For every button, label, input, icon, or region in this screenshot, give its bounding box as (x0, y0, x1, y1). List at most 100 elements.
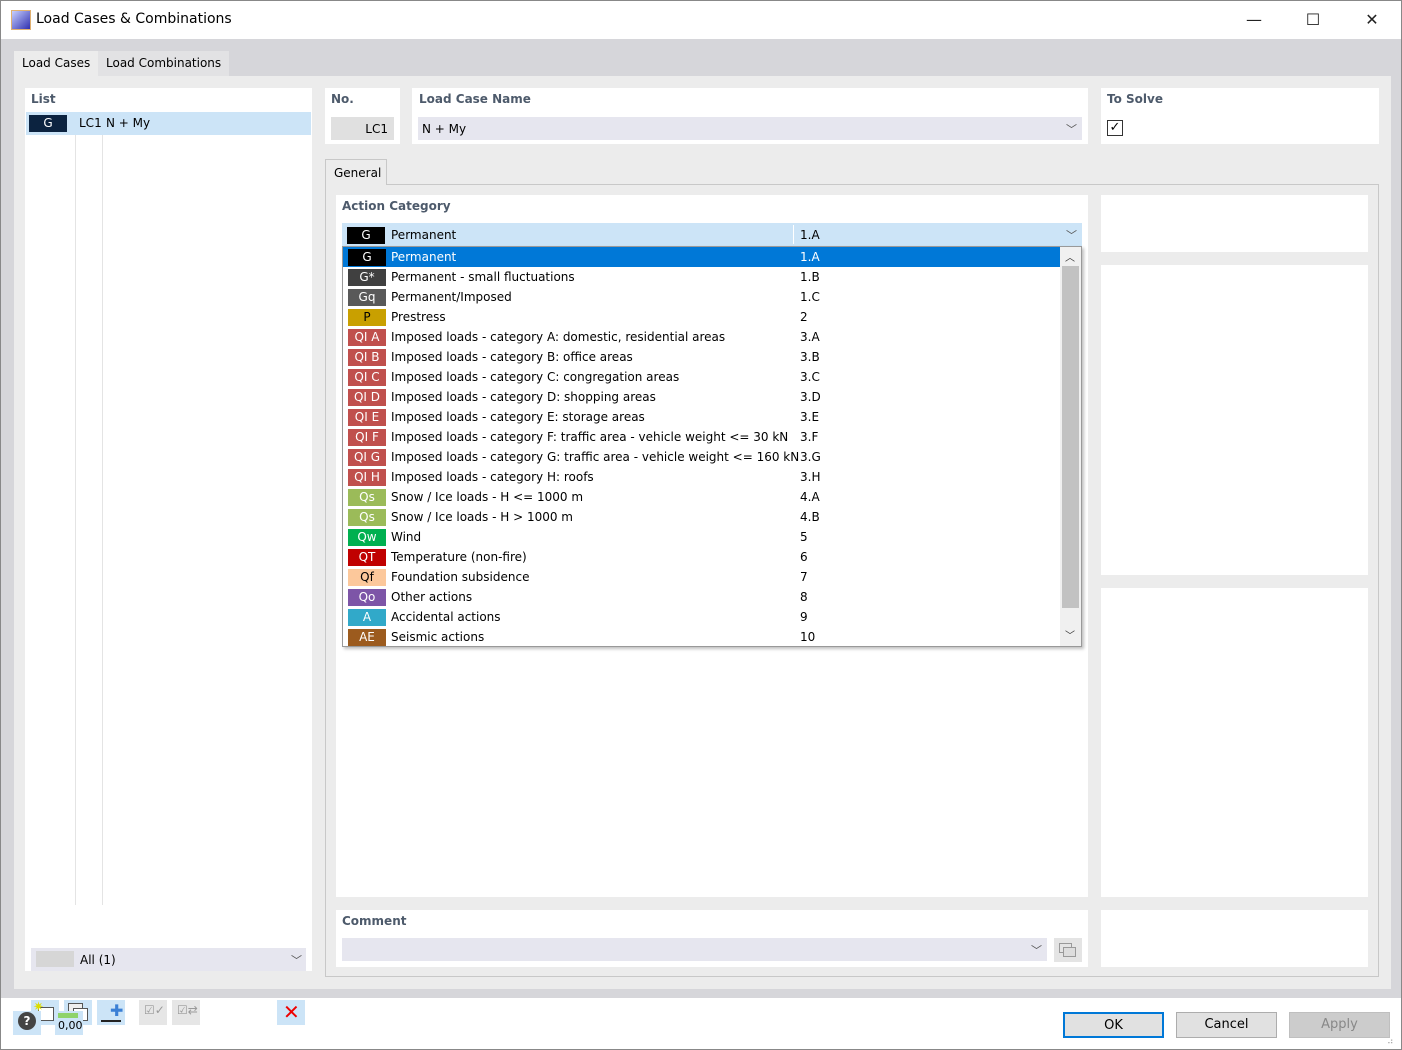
option-code: 3.D (800, 390, 821, 404)
dropdown-option[interactable]: Qs Snow / Ice loads - H > 1000 m 4.B (343, 507, 1060, 527)
option-label: Prestress (391, 310, 446, 324)
chevron-down-icon: ﹀ (1031, 944, 1042, 957)
option-label: Imposed loads - category F: traffic area… (391, 430, 789, 444)
option-label: Snow / Ice loads - H > 1000 m (391, 510, 573, 524)
category-badge: Qs (348, 489, 386, 506)
list-header: List (31, 92, 56, 106)
option-code: 2 (800, 310, 808, 324)
dropdown-option[interactable]: QI E Imposed loads - category E: storage … (343, 407, 1060, 427)
category-badge: Qs (348, 509, 386, 526)
category-badge: QI C (348, 369, 386, 386)
dropdown-option[interactable]: QI H Imposed loads - category H: roofs 3.H (343, 467, 1060, 487)
option-label: Permanent/Imposed (391, 290, 512, 304)
dropdown-option[interactable]: QT Temperature (non-fire) 6 (343, 547, 1060, 567)
dropdown-option[interactable]: Qw Wind 5 (343, 527, 1060, 547)
option-code: 9 (800, 610, 808, 624)
option-label: Wind (391, 530, 422, 544)
dropdown-option[interactable]: QI F Imposed loads - category F: traffic … (343, 427, 1060, 447)
dropdown-option[interactable]: Qs Snow / Ice loads - H <= 1000 m 4.A (343, 487, 1060, 507)
dropdown-option[interactable]: AE Seismic actions 10 (343, 627, 1060, 646)
tab-general[interactable]: General (325, 159, 387, 185)
number-field: LC1 (331, 117, 394, 140)
dropdown-option[interactable]: Gq Permanent/Imposed 1.C (343, 287, 1060, 307)
comment-input[interactable]: ﹀ (342, 938, 1047, 961)
help-icon[interactable]: ? (13, 1011, 41, 1035)
scroll-down-icon[interactable]: ﹀ (1065, 627, 1075, 642)
option-code: 3.B (800, 350, 820, 364)
minimize-button[interactable]: — (1231, 7, 1277, 33)
category-badge: Qw (348, 529, 386, 546)
option-code: 10 (800, 630, 816, 644)
list-filter-dropdown[interactable]: All (1) ﹀ (31, 948, 306, 971)
option-code: 3.A (800, 330, 820, 344)
apply-button[interactable]: Apply (1289, 1012, 1390, 1038)
tab-load-cases[interactable]: Load Cases (14, 51, 99, 76)
comment-label: Comment (342, 914, 407, 928)
dropdown-option[interactable]: Qf Foundation subsidence 7 (343, 567, 1060, 587)
resize-grip-icon[interactable]: ⠴ (1387, 1037, 1394, 1047)
option-label: Imposed loads - category D: shopping are… (391, 390, 656, 404)
delete-icon[interactable]: ✕ (277, 1000, 305, 1025)
option-label: Snow / Ice loads - H <= 1000 m (391, 490, 584, 504)
name-section: Load Case Name N + My ﹀ (412, 88, 1088, 144)
scrollbar-thumb[interactable] (1062, 266, 1079, 608)
category-badge: QI B (348, 349, 386, 366)
units-icon[interactable]: 0,00 (55, 1011, 83, 1035)
category-badge: G (29, 115, 67, 132)
category-badge: QI H (348, 469, 386, 486)
name-label: Load Case Name (419, 92, 531, 106)
to-solve-section: To Solve ✓ (1101, 88, 1379, 144)
window-title: Load Cases & Combinations (36, 11, 232, 27)
toggle-check-icon[interactable]: ☑⇄ (172, 1000, 200, 1025)
option-code: 5 (800, 530, 808, 544)
chevron-down-icon: ﹀ (291, 954, 302, 967)
dropdown-option[interactable]: A Accidental actions 9 (343, 607, 1060, 627)
comment-section: Comment ﹀ (336, 910, 1088, 967)
option-code: 3.C (800, 370, 820, 384)
option-label: Permanent - small fluctuations (391, 270, 575, 284)
close-button[interactable]: ✕ (1349, 7, 1395, 33)
option-code: 8 (800, 590, 808, 604)
insert-load-case-icon[interactable]: ✚ (97, 1000, 125, 1025)
scroll-up-icon[interactable]: ︿ (1065, 249, 1075, 264)
dropdown-option[interactable]: QI B Imposed loads - category B: office a… (343, 347, 1060, 367)
action-category-combobox[interactable]: G Permanent 1.A ﹀ (342, 223, 1082, 246)
chevron-down-icon: ﹀ (1066, 229, 1077, 242)
list-item-id: LC1 (79, 116, 102, 130)
list-filter-value: All (1) (80, 953, 116, 967)
chevron-down-icon: ﹀ (1066, 123, 1077, 136)
option-label: Foundation subsidence (391, 570, 530, 584)
option-label: Imposed loads - category H: roofs (391, 470, 594, 484)
cancel-button[interactable]: Cancel (1176, 1012, 1277, 1038)
selected-category-code: 1.A (800, 228, 820, 242)
category-badge: QI D (348, 389, 386, 406)
option-code: 3.G (800, 450, 821, 464)
list-item[interactable]: G LC1 N + My (26, 112, 311, 135)
category-badge: QT (348, 549, 386, 566)
dropdown-option[interactable]: G* Permanent - small fluctuations 1.B (343, 267, 1060, 287)
dropdown-option[interactable]: Qo Other actions 8 (343, 587, 1060, 607)
dropdown-option[interactable]: G Permanent 1.A (343, 247, 1060, 267)
scrollbar[interactable]: ︿ ﹀ (1060, 247, 1081, 646)
category-badge: AE (348, 629, 386, 646)
option-code: 6 (800, 550, 808, 564)
dropdown-option[interactable]: P Prestress 2 (343, 307, 1060, 327)
dropdown-option[interactable]: QI G Imposed loads - category G: traffic … (343, 447, 1060, 467)
dropdown-option[interactable]: QI D Imposed loads - category D: shopping… (343, 387, 1060, 407)
app-icon (11, 10, 31, 30)
ok-button[interactable]: OK (1063, 1012, 1164, 1038)
dropdown-option[interactable]: QI C Imposed loads - category C: congrega… (343, 367, 1060, 387)
maximize-button[interactable]: ☐ (1290, 7, 1336, 33)
option-label: Imposed loads - category A: domestic, re… (391, 330, 726, 344)
side-panel (1101, 195, 1368, 252)
dialog-window: Load Cases & Combinations — ☐ ✕ Load Cas… (0, 0, 1402, 1050)
option-label: Accidental actions (391, 610, 501, 624)
to-solve-checkbox[interactable]: ✓ (1107, 120, 1123, 136)
comment-library-icon[interactable] (1054, 938, 1082, 962)
option-label: Imposed loads - category C: congregation… (391, 370, 680, 384)
category-badge: G* (348, 269, 386, 286)
tab-load-combinations[interactable]: Load Combinations (98, 51, 230, 76)
load-case-name-combobox[interactable]: N + My ﹀ (418, 117, 1082, 140)
dropdown-option[interactable]: QI A Imposed loads - category A: domestic… (343, 327, 1060, 347)
check-all-icon[interactable]: ☑✓ (139, 1000, 167, 1025)
